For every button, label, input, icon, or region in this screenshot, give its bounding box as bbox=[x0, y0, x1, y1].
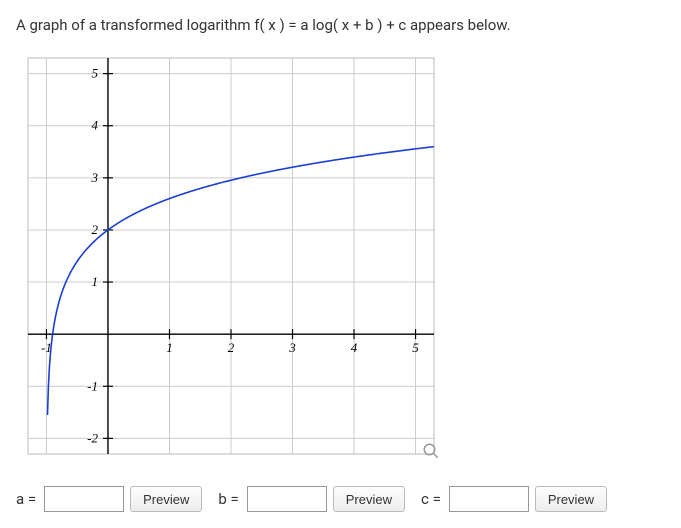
svg-text:3: 3 bbox=[288, 340, 296, 355]
label-b: b = bbox=[218, 490, 238, 508]
svg-text:1: 1 bbox=[166, 340, 173, 355]
svg-text:2: 2 bbox=[228, 340, 235, 355]
answer-row: a = Preview b = Preview c = Preview bbox=[16, 486, 665, 512]
svg-text:4: 4 bbox=[351, 340, 358, 355]
svg-text:5: 5 bbox=[91, 66, 98, 81]
svg-text:1: 1 bbox=[91, 274, 98, 289]
input-c[interactable] bbox=[449, 486, 529, 512]
svg-text:-1: -1 bbox=[87, 378, 98, 393]
preview-b-button[interactable]: Preview bbox=[333, 486, 405, 512]
svg-text:-2: -2 bbox=[87, 430, 98, 445]
svg-text:5: 5 bbox=[412, 340, 419, 355]
preview-a-button[interactable]: Preview bbox=[130, 486, 202, 512]
svg-text:3: 3 bbox=[90, 170, 98, 185]
svg-text:2: 2 bbox=[91, 222, 98, 237]
chart: -112345-2-112345 bbox=[16, 46, 446, 466]
input-a[interactable] bbox=[44, 486, 124, 512]
preview-c-button[interactable]: Preview bbox=[535, 486, 607, 512]
svg-text:4: 4 bbox=[91, 118, 98, 133]
magnifier-icon[interactable] bbox=[420, 440, 442, 462]
label-a: a = bbox=[16, 490, 36, 508]
question-text: A graph of a transformed logarithm f( x … bbox=[16, 16, 665, 34]
label-c: c = bbox=[421, 490, 441, 508]
input-b[interactable] bbox=[247, 486, 327, 512]
